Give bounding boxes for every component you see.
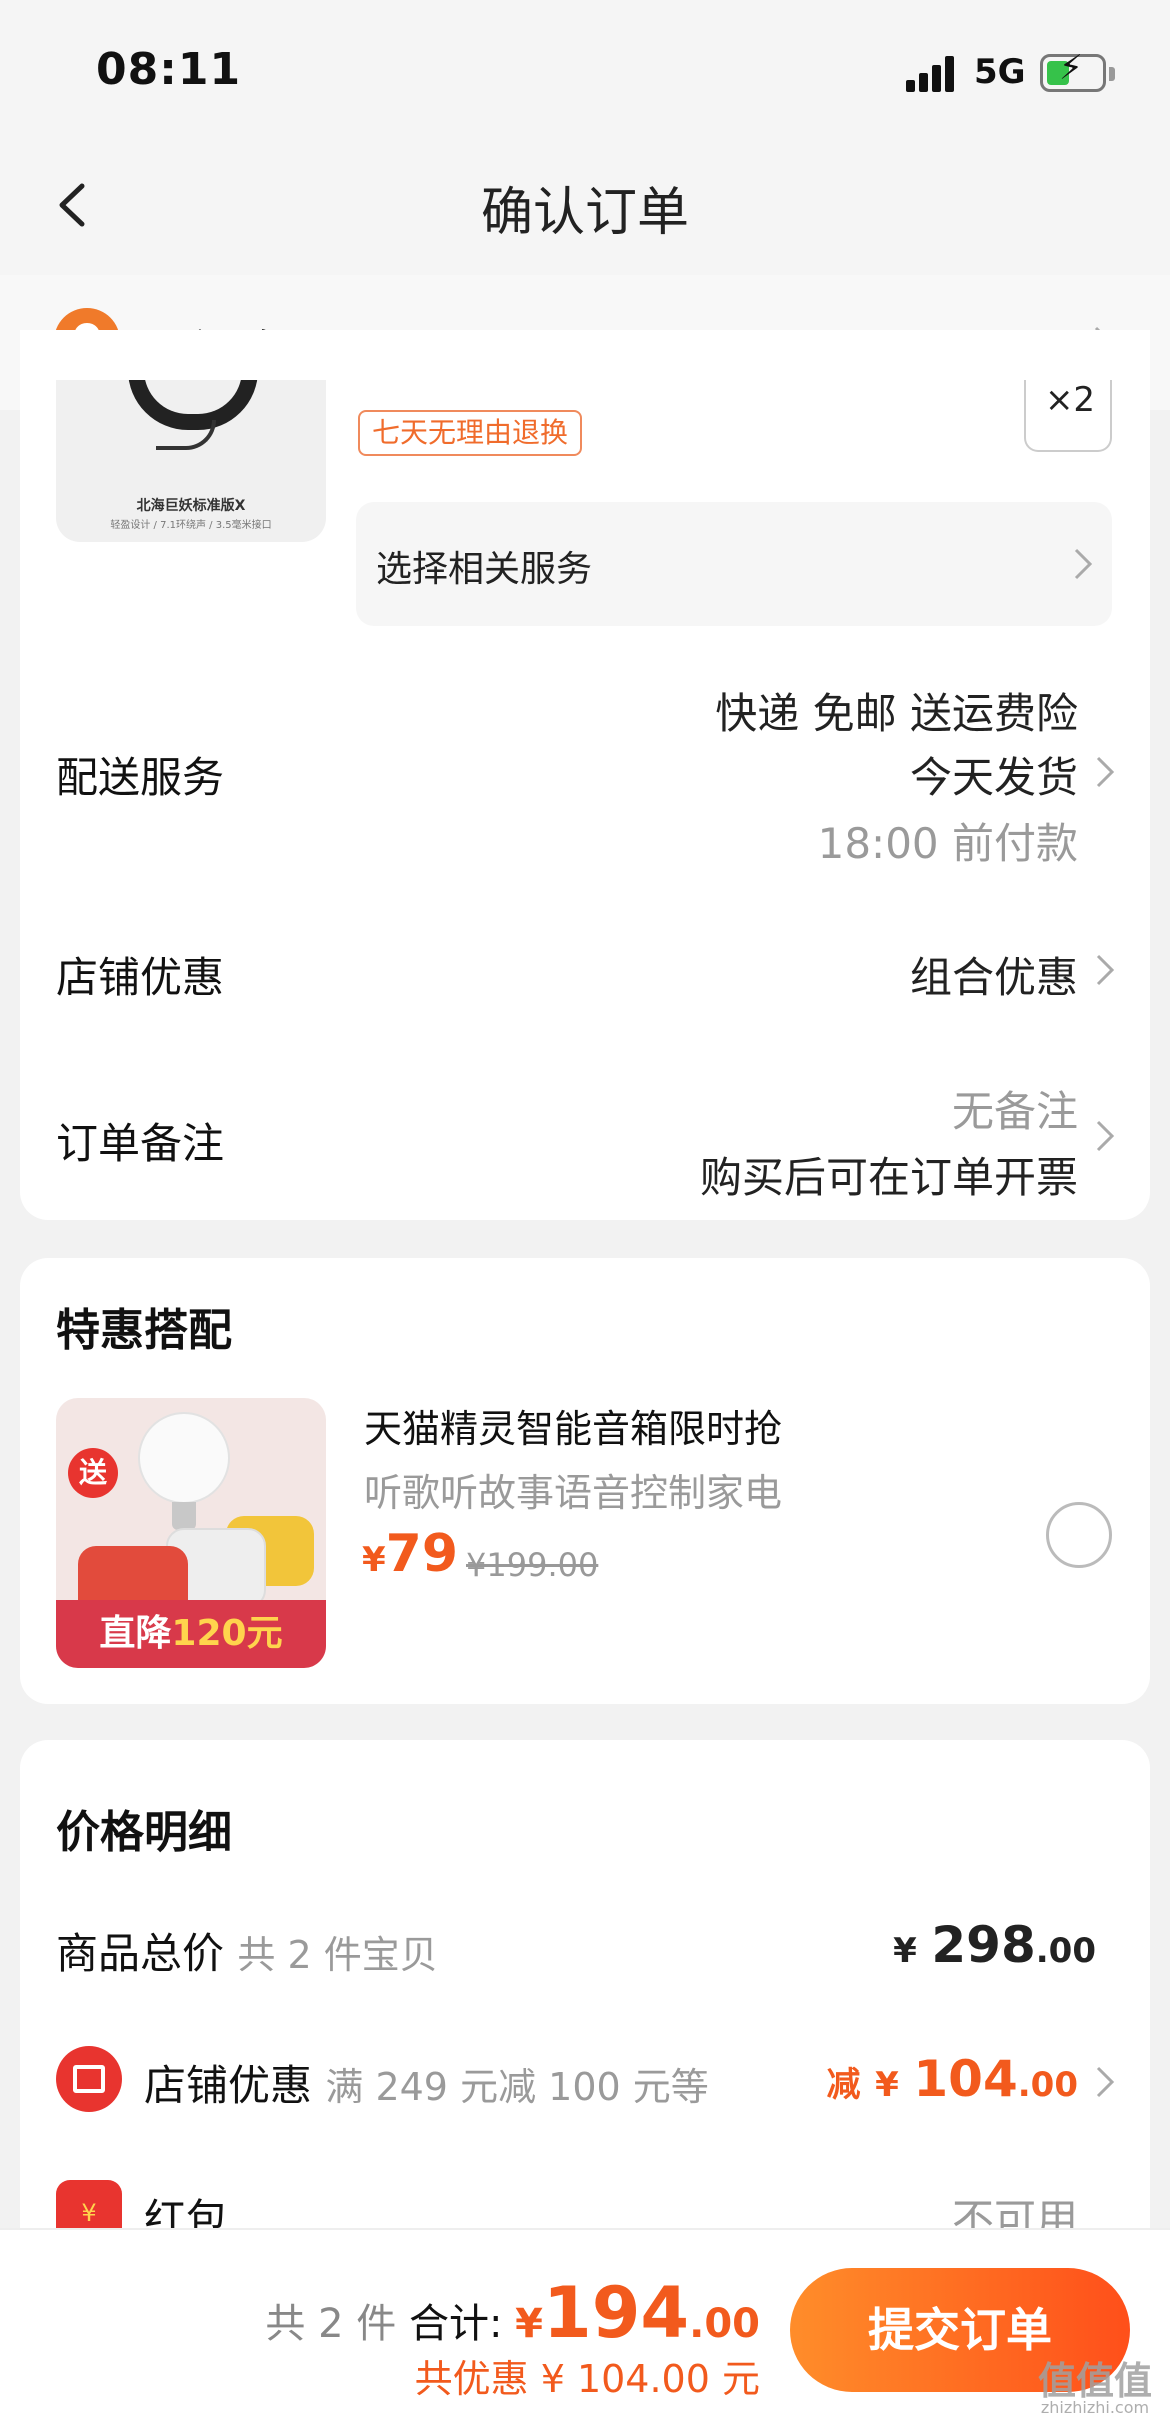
status-bar: 08:11 5G ⚡ bbox=[0, 0, 1170, 140]
goods-total-label: 商品总价 共 2 件宝贝 bbox=[56, 1920, 438, 1981]
radio-unchecked-icon[interactable] bbox=[1046, 1502, 1112, 1568]
order-note-value[interactable]: 无备注 bbox=[952, 1078, 1078, 1139]
product-image-subtitle: 轻盈设计 / 7.1环绕声 / 3.5毫米接口 bbox=[110, 520, 272, 531]
battery-charging-icon: ⚡ bbox=[1040, 51, 1115, 92]
goods-total-int: 298 bbox=[931, 1916, 1036, 1974]
site-watermark: 值值值 bbox=[1037, 2359, 1152, 2403]
delivery-method: 快递 免邮 送运费险 bbox=[715, 689, 1078, 738]
goods-total-price: ¥ 298.00 bbox=[893, 1916, 1096, 1974]
signal-icon bbox=[906, 56, 956, 92]
order-total: 共 2 件 合计: ¥194.00 bbox=[265, 2272, 760, 2354]
goods-total-dec: .00 bbox=[1035, 1931, 1096, 1971]
banner-prefix: 直降 bbox=[99, 1613, 172, 1654]
invoice-note: 购买后可在订单开票 bbox=[699, 1153, 1078, 1202]
return-policy-tag: 七天无理由退换 bbox=[358, 410, 583, 456]
shop-discount-value[interactable]: 组合优惠 bbox=[910, 944, 1078, 1005]
chevron-right-icon bbox=[1072, 546, 1094, 582]
select-service-row[interactable]: 选择相关服务 bbox=[356, 502, 1112, 626]
total-label: 合计: bbox=[408, 2301, 503, 2347]
page-title: 确认订单 bbox=[480, 183, 689, 243]
delivery-ship-time: 今天发货 bbox=[909, 753, 1078, 802]
chevron-right-icon[interactable] bbox=[1094, 754, 1116, 790]
total-dec: .00 bbox=[689, 2301, 760, 2347]
goods-total-label-text: 商品总价 bbox=[56, 1929, 225, 1978]
shop-discount-amount[interactable]: 减 ¥ 104.00 bbox=[826, 2050, 1078, 2108]
shop-icon bbox=[56, 2046, 122, 2112]
quantity-selector[interactable]: ×2 bbox=[1024, 380, 1112, 452]
promo-price-symbol: ¥ bbox=[362, 1540, 386, 1580]
promo-section-title: 特惠搭配 bbox=[56, 1305, 232, 1356]
shop-discount-prefix: 减 bbox=[826, 2065, 861, 2105]
nav-bar: 确认订单 bbox=[0, 140, 1170, 275]
total-discount: 共优惠 ¥ 104.00 元 bbox=[414, 2357, 760, 2401]
promo-price-drop-banner: 直降120元 bbox=[56, 1600, 326, 1668]
total-amount: ¥194.00 bbox=[515, 2272, 760, 2354]
item-count: 共 2 件 bbox=[265, 2301, 397, 2347]
total-int: 194 bbox=[543, 2272, 690, 2354]
promo-original-price: ¥199.00 bbox=[466, 1546, 599, 1584]
select-service-label: 选择相关服务 bbox=[376, 549, 593, 590]
network-type: 5G bbox=[974, 52, 1026, 92]
status-time: 08:11 bbox=[96, 44, 242, 95]
shop-discount-dec: .00 bbox=[1017, 2065, 1078, 2105]
quantity-value: ×2 bbox=[1044, 380, 1096, 420]
goods-total-symbol: ¥ bbox=[893, 1931, 917, 1971]
chevron-right-icon[interactable] bbox=[1094, 952, 1116, 988]
chevron-right-icon[interactable] bbox=[1094, 2064, 1116, 2100]
delivery-pay-deadline: 18:00 前付款 bbox=[817, 819, 1078, 868]
shop-discount-symbol: ¥ bbox=[875, 2065, 899, 2105]
shop-discount-desc: 满 249 元减 100 元等 bbox=[325, 2065, 709, 2109]
goods-count: 共 2 件宝贝 bbox=[237, 1933, 438, 1977]
site-watermark-url: zhizhizhi.com bbox=[1040, 2398, 1150, 2417]
order-note-label: 订单备注 bbox=[56, 1119, 225, 1168]
shop-discount-detail-label-text: 店铺优惠 bbox=[144, 2061, 313, 2110]
product-image-title: 北海巨妖标准版X bbox=[136, 498, 246, 514]
shop-discount-int: 104 bbox=[913, 2050, 1018, 2108]
promo-price-value: 79 bbox=[385, 1524, 459, 1584]
promo-product-subtitle: 听歌听故事语音控制家电 bbox=[364, 1471, 783, 1515]
promo-product-image[interactable]: 送 直降120元 bbox=[56, 1398, 326, 1668]
checkout-bar: 共 2 件 合计: ¥194.00 共优惠 ¥ 104.00 元 提交订单 bbox=[0, 2228, 1170, 2430]
shop-discount-detail-label: 店铺优惠 满 249 元减 100 元等 bbox=[144, 2052, 709, 2113]
promo-price: ¥79 bbox=[362, 1524, 458, 1584]
total-symbol: ¥ bbox=[515, 2301, 544, 2347]
shop-discount-label: 店铺优惠 bbox=[56, 953, 225, 1002]
chevron-right-icon[interactable] bbox=[1094, 1118, 1116, 1154]
banner-highlight: 120元 bbox=[171, 1613, 283, 1654]
product-image[interactable]: 北海巨妖标准版X 轻盈设计 / 7.1环绕声 / 3.5毫米接口 bbox=[56, 380, 326, 542]
gift-badge: 送 bbox=[68, 1448, 118, 1498]
price-detail-title: 价格明细 bbox=[56, 1807, 232, 1858]
promo-product-title[interactable]: 天猫精灵智能音箱限时抢 bbox=[364, 1398, 782, 1453]
delivery-label: 配送服务 bbox=[56, 753, 225, 802]
